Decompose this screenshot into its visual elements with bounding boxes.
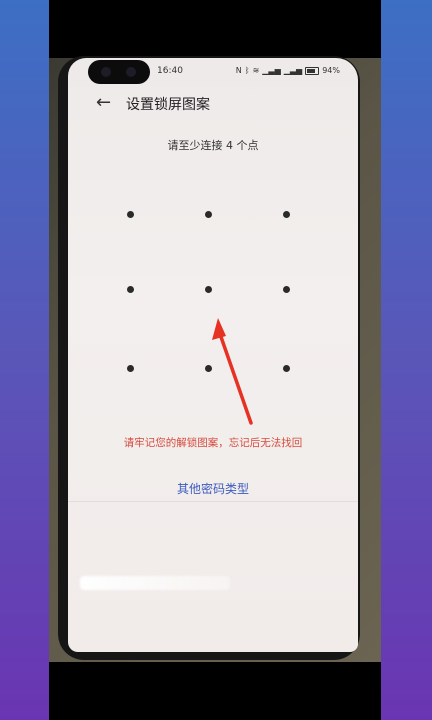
- pattern-dot-7[interactable]: [127, 365, 134, 372]
- pattern-warning: 请牢记您的解锁图案，忘记后无法找回: [123, 437, 303, 449]
- phone-screen: 16:40 N ᛒ ≋ ▁▃▅ ▁▃▅ 94% ← 设置锁屏图案 请至少连接 4…: [68, 58, 358, 652]
- signal-icon: ▁▃▅: [262, 66, 281, 75]
- status-time: 16:40: [157, 66, 183, 76]
- pattern-instruction: 请至少连接 4 个点: [167, 139, 259, 152]
- signal-icon: ▁▃▅: [283, 66, 303, 75]
- battery-percent: 94%: [322, 66, 340, 75]
- pattern-dot-1[interactable]: [127, 211, 134, 218]
- camera-lens-icon: [126, 67, 136, 77]
- back-arrow-icon[interactable]: ←: [96, 92, 111, 113]
- nfc-icon: N: [235, 66, 242, 75]
- other-password-types-button[interactable]: 其他密码类型: [68, 480, 358, 497]
- pattern-dot-2[interactable]: [205, 211, 212, 218]
- camera-lens-icon: [101, 67, 111, 77]
- pattern-dot-8[interactable]: [205, 365, 212, 372]
- page-title: 设置锁屏图案: [126, 97, 210, 113]
- status-icons: N ᛒ ≋ ▁▃▅ ▁▃▅ 94%: [236, 66, 340, 75]
- battery-icon: [305, 66, 320, 75]
- screen-glare: [80, 576, 230, 590]
- pattern-dot-4[interactable]: [127, 286, 134, 293]
- pattern-dot-9[interactable]: [283, 365, 290, 372]
- pattern-dot-3[interactable]: [283, 211, 290, 218]
- wifi-icon: ≋: [252, 66, 260, 75]
- pattern-dot-6[interactable]: [283, 286, 290, 293]
- divider: [68, 501, 358, 502]
- camera-cutout: [88, 60, 150, 84]
- bluetooth-icon: ᛒ: [244, 66, 250, 75]
- pattern-dot-5[interactable]: [205, 286, 212, 293]
